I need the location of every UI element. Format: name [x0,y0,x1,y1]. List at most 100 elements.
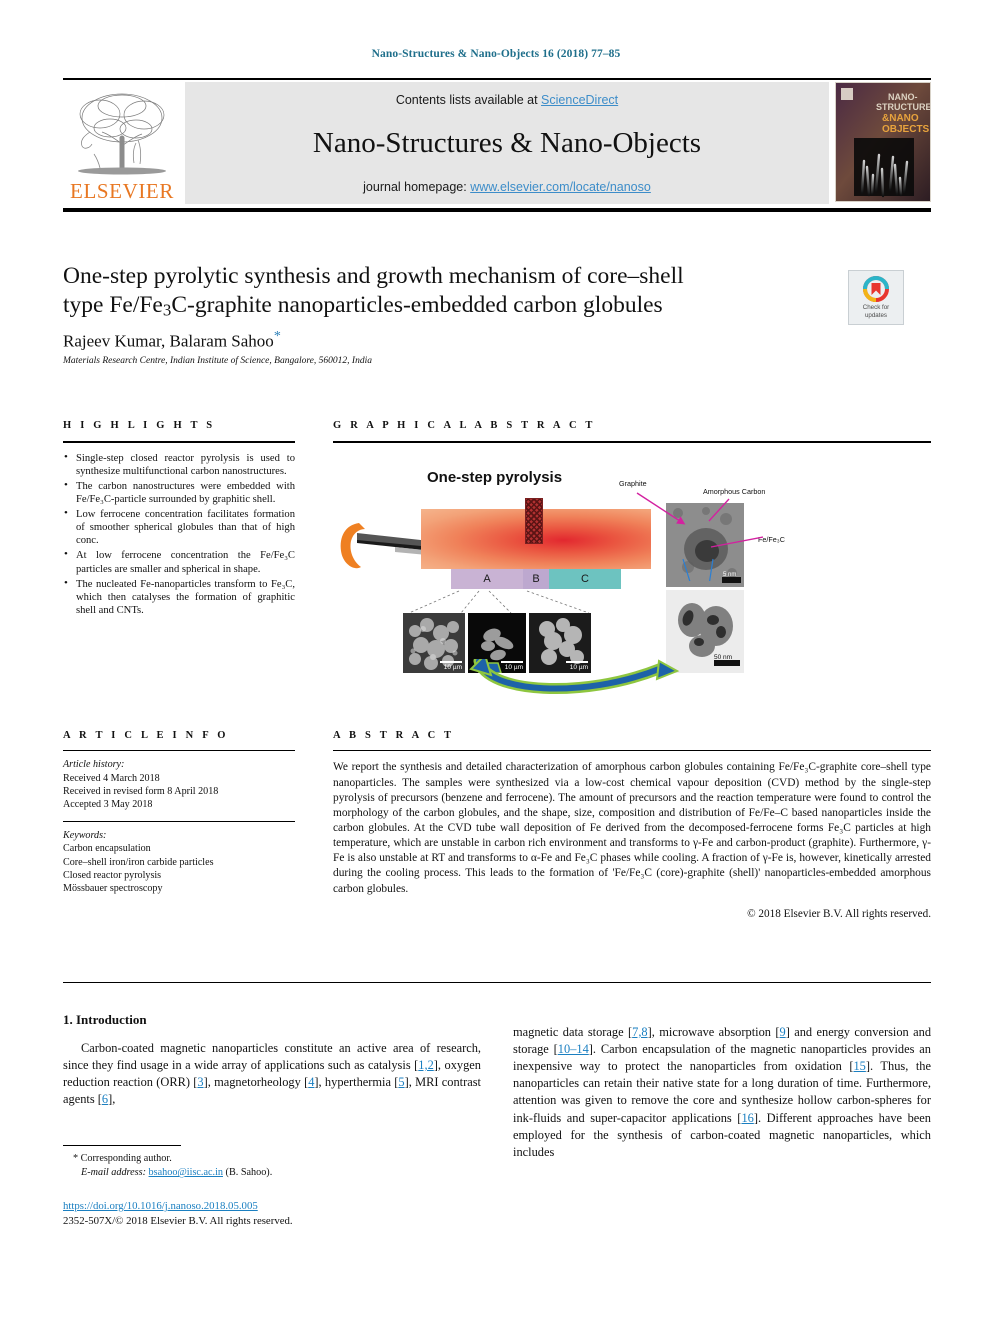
title-block: One-step pyrolytic synthesis and growth … [63,262,931,366]
keyword-item: Core–shell iron/iron carbide particles [63,856,214,868]
authors-text: Rajeev Kumar, Balaram Sahoo [63,331,274,351]
svg-text:OBJECTS: OBJECTS [882,124,930,135]
history-accepted: Accepted 3 May 2018 [63,799,153,811]
graphical-abstract-figure: One-step pyrolysis A B C 10 µm 10 µm 10 … [333,451,931,699]
journal-title: Nano-Structures & Nano-Objects [312,127,702,160]
history-received: Received 4 March 2018 [63,772,160,784]
title-line-1: One-step pyrolytic synthesis and growth … [63,263,684,289]
intro-text-3: ], magnetorheology [ [203,1075,309,1090]
article-info-rule-mid [63,820,295,823]
article-info-rule-top [63,750,295,752]
page-title: One-step pyrolytic synthesis and growth … [63,262,823,321]
zone-band-b: B [523,568,549,589]
svg-text:STRUCTURES: STRUCTURES [876,102,931,112]
intro-paragraph-right: magnetic data storage [7,8], microwave a… [513,1024,931,1161]
author-list: Rajeev Kumar, Balaram Sahoo* [63,329,931,352]
keyword-item: Carbon encapsulation [63,843,151,855]
crossmark-badge[interactable]: Check for updates [848,270,904,325]
contents-line: Contents lists available at ScienceDirec… [396,93,618,107]
author-email-link[interactable]: bsahoo@iisc.ac.in [149,1167,223,1178]
masthead-top-rule [63,78,931,81]
list-item: At low ferrocene concentration the Fe/Fe… [63,548,295,575]
keywords-block: Keywords: Carbon encapsulation Core–shel… [63,829,295,896]
scale-label-a: 10 µm [443,663,462,671]
highlights-rule [63,441,295,443]
svg-text:NANO-: NANO- [888,92,918,102]
elsevier-wordmark: ELSEVIER [70,179,174,204]
zone-band-c: C [549,568,621,589]
graphical-abstract-heading: G R A P H I C A L A B S T R A C T [333,420,596,431]
history-revised: Received in revised form 8 April 2018 [63,786,219,798]
highlights-section: H I G H L I G H T S Single-step closed r… [63,420,295,619]
crossmark-label-2: updates [864,311,887,319]
footnote-block: * Corresponding author. E-mail address: … [63,1145,481,1180]
homepage-line: journal homepage: www.elsevier.com/locat… [363,180,651,194]
body-separator-rule [63,982,931,984]
corresponding-author-note: * Corresponding author. E-mail address: … [63,1152,481,1180]
citation-ref[interactable]: 10–14 [558,1042,589,1056]
crossmark-icon [863,276,889,303]
intro-r-text-1: magnetic data storage [ [513,1025,633,1039]
article-info-section: A R T I C L E I N F O Article history: R… [63,730,295,896]
keywords-label: Keywords: [63,830,107,842]
highlights-heading: H I G H L I G H T S [63,420,216,431]
contents-prefix: Contents lists available at [395,93,542,108]
article-history: Article history: Received 4 March 2018 R… [63,758,295,811]
affiliation: Materials Research Centre, Indian Instit… [63,355,372,366]
elsevier-logo: ELSEVIER [63,82,181,204]
crossmark-label: Check for updates [863,304,889,318]
masthead-info-band: Contents lists available at ScienceDirec… [185,82,829,205]
title-line-2b: C-graphite nanoparticles-embedded carbon… [171,292,663,319]
doi-block: https://doi.org/10.1016/j.nanoso.2018.05… [63,1196,481,1227]
email-label: E-mail address: [81,1167,146,1179]
masthead-bottom-rule [63,208,931,213]
annotation-arrows [636,492,764,581]
elsevier-tree-icon [70,88,174,180]
abstract-heading: A B S T R A C T [333,730,455,741]
crossmark-label-1: Check for [862,304,890,312]
journal-homepage-link[interactable]: www.elsevier.com/locate/nanoso [470,180,651,194]
keyword-item: Closed reactor pyrolysis [63,869,162,881]
article-history-label: Article history: [63,759,125,771]
sciencedirect-link[interactable]: ScienceDirect [541,93,618,107]
title-line-2a: type Fe/Fe [63,292,163,319]
journal-cover-thumbnail: NANO- STRUCTURES &NANO OBJECTS [835,82,931,203]
process-arrows-icon [469,658,680,694]
list-item: Single-step closed reactor pyrolysis is … [63,451,295,478]
intro-text-4: ], hyperthermia [ [314,1075,399,1090]
keyword-item: Mössbauer spectroscopy [63,883,163,895]
graphical-abstract-section: G R A P H I C A L A B S T R A C T One-st… [333,420,931,699]
figure-title: One-step pyrolysis [427,468,563,486]
intro-text-6: ], [108,1092,116,1107]
body-column-right: magnetic data storage [7,8], microwave a… [513,1012,931,1161]
abstract-section: A B S T R A C T We report the synthesis … [333,730,931,920]
svg-text:50 nm: 50 nm [714,654,732,661]
abstract-copyright: © 2018 Elsevier B.V. All rights reserved… [747,907,931,920]
intro-r-text-2: ], microwave absorption [ [647,1025,780,1039]
section-heading-introduction: 1. Introduction [63,1012,147,1027]
graphical-abstract-rule [333,441,931,443]
scale-bar [440,660,462,663]
masthead: ELSEVIER Contents lists available at Sci… [63,78,931,213]
highlights-list: Single-step closed reactor pyrolysis is … [63,451,295,618]
footnote-rule [63,1145,181,1147]
citation-ref[interactable]: 15 [853,1059,865,1073]
email-suffix: (B. Sahoo). [223,1167,273,1179]
sample-boat-icon [525,497,543,544]
abstract-rule [333,750,931,752]
zone-band-row: A B C [451,568,621,589]
intro-paragraph-left: Carbon-coated magnetic nanoparticles con… [63,1040,481,1108]
doi-link[interactable]: https://doi.org/10.1016/j.nanoso.2018.05… [63,1200,258,1212]
article-info-heading: A R T I C L E I N F O [63,730,229,741]
citation-ref[interactable]: 7,8 [632,1025,648,1039]
list-item: The carbon nanostructures were embedded … [63,479,295,506]
footnote-label: Corresponding author. [78,1153,172,1165]
citation-ref[interactable]: 1,2 [418,1058,434,1072]
journal-article-page: Nano-Structures & Nano-Objects 16 (2018)… [0,0,992,1323]
leader-lines [408,590,590,613]
issn-copyright-line: 2352-507X/© 2018 Elsevier B.V. All right… [63,1215,293,1227]
corresponding-author-marker: * [273,329,281,345]
citation-ref[interactable]: 16 [741,1111,753,1125]
running-head: Nano-Structures & Nano-Objects 16 (2018)… [371,48,621,60]
body-column-left: 1. Introduction Carbon-coated magnetic n… [63,1012,481,1108]
